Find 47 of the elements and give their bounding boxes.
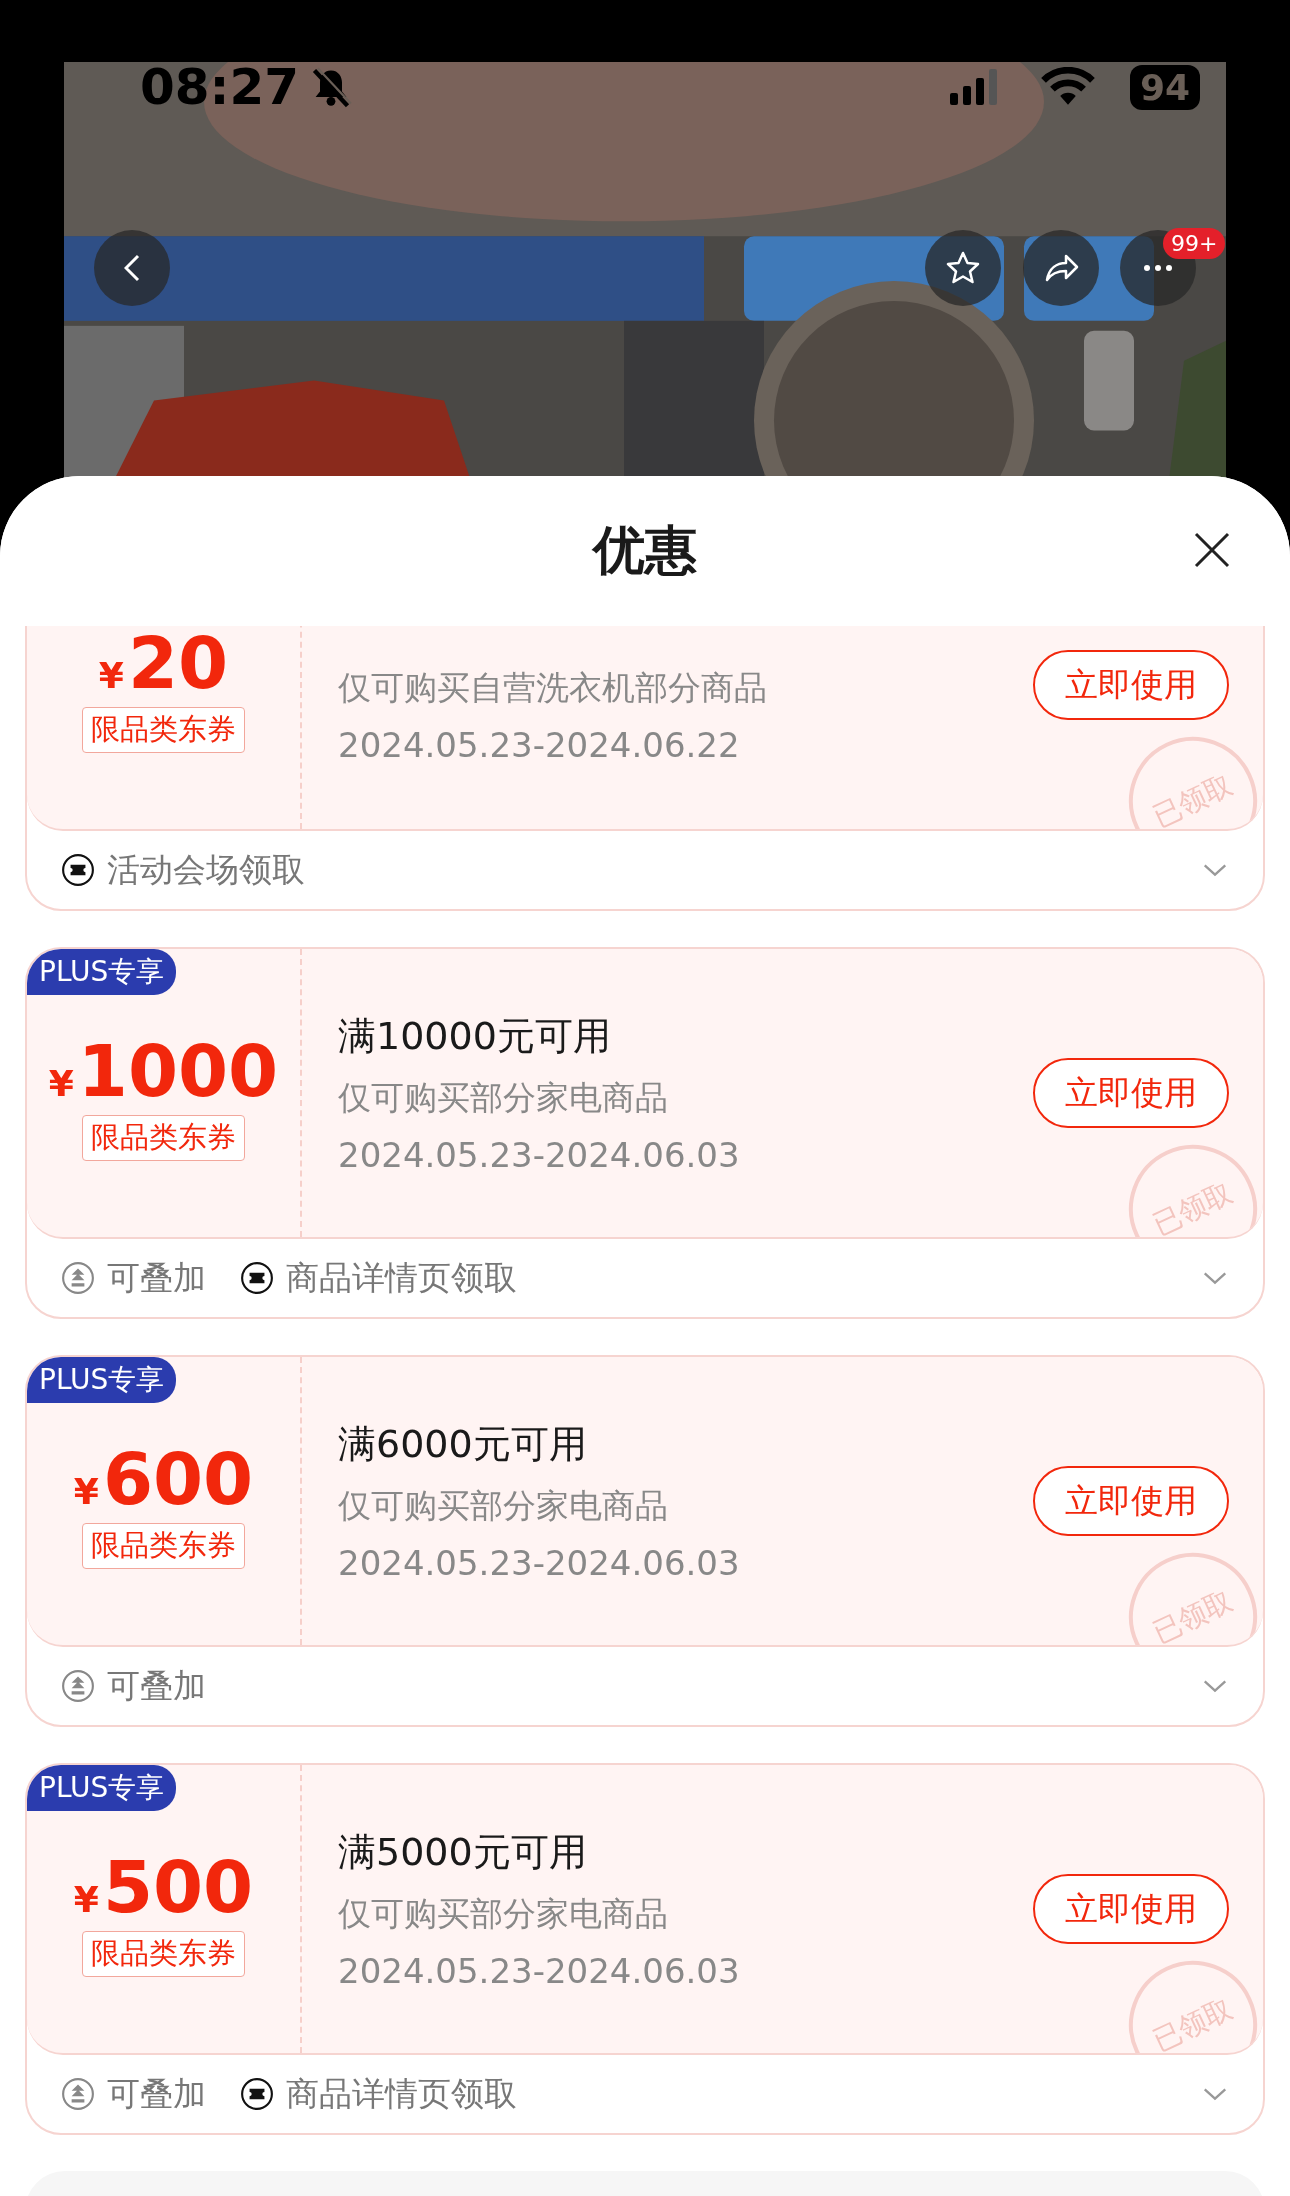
coupon-tag: 商品详情页领取 [286,1255,517,1301]
coupon-condition: 满10000元可用 [338,1013,612,1060]
category-tag: 限品类东券 [82,1931,245,1977]
use-now-button[interactable]: 立即使用 [1033,1466,1229,1536]
coupon-scope: 仅可购买部分家电商品 [338,1077,669,1119]
plus-badge: PLUS专享 [27,1765,177,1811]
ticket-icon [240,2077,274,2111]
use-now-button[interactable]: 立即使用 [1033,1874,1229,1944]
coupon-amount: ¥1000 [48,1035,279,1107]
category-tag: 限品类东券 [82,1523,245,1569]
coupon-tag: 可叠加 [107,2071,206,2117]
coupon-amount: ¥600 [73,1443,254,1515]
use-now-button[interactable]: 立即使用 [1033,650,1229,720]
signal-icon [949,69,1000,105]
sheet-title: 优惠 [593,519,697,582]
layers-icon [61,2077,95,2111]
use-now-button[interactable]: 立即使用 [1033,1058,1229,1128]
coupon-scope: 仅可购买部分家电商品 [338,1893,669,1935]
more-icon [1142,263,1174,273]
close-button[interactable] [1192,530,1232,570]
coupon-amount: ¥500 [73,1851,254,1923]
battery-level: 94 [1129,64,1200,110]
coupon-dates: 2024.05.23-2024.06.03 [338,1135,741,1175]
ticket-icon [61,853,95,887]
status-time: 08:27 [140,58,300,116]
notification-badge: 99+ [1163,228,1226,259]
layers-icon [61,1261,95,1295]
coupon-tag: 可叠加 [107,1255,206,1301]
coupon-dates: 2024.05.23-2024.06.03 [338,1951,741,1991]
coupon-scope: 仅可购买部分家电商品 [338,1485,669,1527]
plus-badge: PLUS专享 [27,1357,177,1403]
back-icon [124,254,140,282]
coupon-dates: 2024.05.23-2024.06.22 [338,724,741,765]
layers-icon [61,1669,95,1703]
coupon-tag: 商品详情页领取 [286,2071,517,2117]
category-tag: 限品类东券 [82,707,245,753]
coupon-condition: 满5000元可用 [338,1829,588,1876]
ticket-icon [240,1261,274,1295]
category-tag: 限品类东券 [82,1115,245,1161]
coupon-dates: 2024.05.23-2024.06.03 [338,1543,741,1583]
plus-badge: PLUS专享 [27,949,177,995]
wifi-icon [1039,67,1096,107]
coupon-amount: ¥20 [98,627,229,699]
coupon-condition: 满6000元可用 [338,1421,588,1468]
coupon-tag: 可叠加 [107,1663,206,1709]
coupon-scope: 仅可购买自营洗衣机部分商品 [338,666,768,709]
coupon-tag: 活动会场领取 [107,847,305,893]
